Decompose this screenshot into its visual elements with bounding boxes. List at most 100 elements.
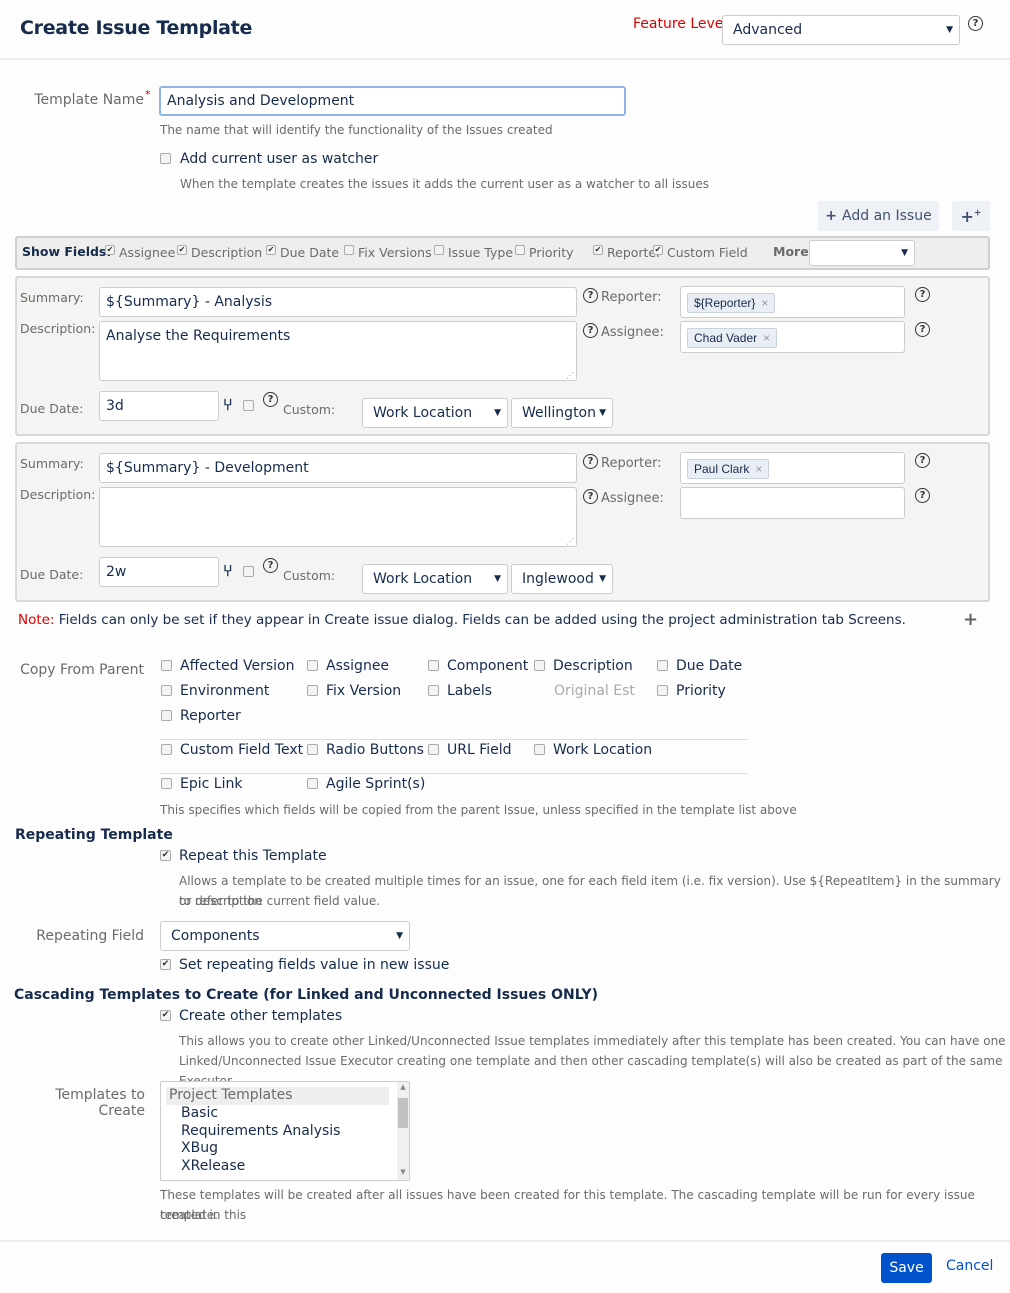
copy-field-checkbox[interactable] — [428, 660, 439, 671]
copy-field-label: Due Date — [676, 658, 743, 674]
help-icon[interactable]: ? — [583, 288, 598, 303]
show-field-checkbox[interactable] — [434, 245, 444, 255]
watcher-label: Add current user as watcher — [180, 151, 379, 167]
show-field-checkbox[interactable]: ✔ — [653, 245, 663, 255]
help-icon[interactable]: ? — [915, 488, 930, 503]
copy-field-checkbox[interactable] — [307, 744, 318, 755]
create-other-templates-checkbox[interactable]: ✔ — [160, 1010, 171, 1021]
copy-field-checkbox[interactable] — [657, 660, 668, 671]
note-prefix: Note: — [18, 612, 55, 628]
summary-input[interactable]: ${Summary} - Development — [99, 453, 577, 483]
copy-field-checkbox[interactable] — [161, 744, 172, 755]
assignee-tag-label: Chad Vader — [694, 331, 758, 345]
description-textarea[interactable]: ⋰ — [99, 487, 577, 547]
help-icon[interactable]: ? — [263, 392, 278, 407]
scroll-up-icon[interactable]: ▲ — [397, 1083, 409, 1091]
help-icon[interactable]: ? — [915, 322, 930, 337]
custom-value: Inglewood — [522, 571, 594, 587]
repeat-hint-2: to refer to the current field value. — [179, 894, 381, 908]
branch-icon[interactable]: ⑂ — [223, 395, 233, 414]
help-icon[interactable]: ? — [583, 323, 598, 338]
resize-handle-icon[interactable]: ⋰ — [566, 371, 574, 380]
custom-field-select[interactable]: Work Location ▼ — [362, 564, 508, 594]
feature-level-select[interactable]: Advanced ▼ — [722, 15, 960, 45]
description-label: Description: — [20, 487, 96, 502]
copy-field-checkbox[interactable] — [428, 744, 439, 755]
due-date-input[interactable]: 3d — [99, 391, 219, 421]
copy-field-checkbox[interactable] — [534, 660, 545, 671]
listbox-group-label: Project Templates — [166, 1087, 389, 1105]
resize-handle-icon[interactable]: ⋰ — [566, 537, 574, 546]
reporter-picker[interactable]: ${Reporter} × — [680, 286, 905, 318]
copy-field-checkbox[interactable] — [161, 710, 172, 721]
help-icon[interactable]: ? — [968, 16, 983, 31]
copy-field-label: Assignee — [326, 658, 390, 674]
more-select[interactable]: ▼ — [809, 240, 915, 266]
custom-value-select[interactable]: Wellington ▼ — [511, 398, 613, 428]
save-button[interactable]: Save — [881, 1253, 932, 1283]
description-textarea[interactable]: Analyse the Requirements ⋰ — [99, 321, 577, 381]
branch-icon[interactable]: ⑂ — [223, 561, 233, 580]
help-icon[interactable]: ? — [263, 558, 278, 573]
chevron-down-icon: ▼ — [599, 574, 606, 584]
show-field-checkbox[interactable]: ✔ — [593, 245, 603, 255]
repeating-field-value: Components — [171, 928, 260, 944]
copy-field-checkbox[interactable] — [307, 685, 318, 696]
show-field-checkbox[interactable]: ✔ — [177, 245, 187, 255]
help-icon[interactable]: ? — [915, 453, 930, 468]
custom-value: Wellington — [522, 405, 596, 421]
scrollbar[interactable]: ▲ ▼ — [397, 1082, 409, 1180]
copy-field-checkbox[interactable] — [428, 685, 439, 696]
remove-icon[interactable]: × — [755, 462, 762, 476]
cancel-link[interactable]: Cancel — [946, 1258, 993, 1274]
show-field-checkbox[interactable] — [515, 245, 525, 255]
template-option[interactable]: Requirements Analysis — [181, 1123, 340, 1139]
due-date-input[interactable]: 2w — [99, 557, 219, 587]
description-label: Description: — [20, 321, 96, 336]
add-issue-button[interactable]: + Add an Issue — [818, 201, 939, 231]
remove-icon[interactable]: × — [761, 296, 768, 310]
watcher-checkbox[interactable] — [160, 153, 171, 164]
copy-field-checkbox[interactable] — [657, 685, 668, 696]
help-icon[interactable]: ? — [915, 287, 930, 302]
repeat-template-checkbox[interactable]: ✔ — [160, 850, 171, 861]
show-field-checkbox[interactable]: ✔ — [105, 245, 115, 255]
repeating-field-select[interactable]: Components ▼ — [160, 921, 410, 951]
copy-field-label: Labels — [447, 683, 493, 699]
remove-icon[interactable]: × — [763, 331, 770, 345]
template-option[interactable]: XRelease — [181, 1158, 245, 1174]
custom-value-select[interactable]: Inglewood ▼ — [511, 564, 613, 594]
template-option[interactable]: XBug — [181, 1140, 218, 1156]
due-date-checkbox[interactable] — [243, 400, 254, 411]
template-name-input[interactable]: Analysis and Development — [159, 86, 626, 116]
summary-input[interactable]: ${Summary} - Analysis — [99, 287, 577, 317]
help-icon[interactable]: ? — [583, 454, 598, 469]
reporter-picker[interactable]: Paul Clark × — [680, 452, 905, 484]
assignee-picker[interactable]: Chad Vader × — [680, 321, 905, 353]
divider — [160, 739, 747, 740]
copy-field-checkbox[interactable] — [307, 778, 318, 789]
custom-field-select[interactable]: Work Location ▼ — [362, 398, 508, 428]
expand-plus-icon[interactable]: + — [963, 609, 978, 630]
copy-field-checkbox[interactable] — [161, 778, 172, 789]
chevron-down-icon: ▼ — [901, 248, 908, 258]
copy-field-checkbox[interactable] — [161, 660, 172, 671]
help-icon[interactable]: ? — [583, 489, 598, 504]
add-multiple-issues-button[interactable]: ++ — [952, 201, 990, 231]
copy-field-checkbox[interactable] — [161, 685, 172, 696]
templates-listbox[interactable]: Project Templates Basic Requirements Anal… — [160, 1081, 410, 1181]
scroll-down-icon[interactable]: ▼ — [397, 1168, 409, 1176]
note-body: Fields can only be set if they appear in… — [54, 612, 906, 628]
show-field-checkbox[interactable] — [344, 245, 354, 255]
copy-field-checkbox[interactable] — [534, 744, 545, 755]
chevron-down-icon: ▼ — [494, 574, 501, 584]
copy-field-checkbox[interactable] — [307, 660, 318, 671]
set-repeating-value-checkbox[interactable]: ✔ — [160, 959, 171, 970]
template-option[interactable]: Basic — [181, 1105, 218, 1121]
copy-field-label: Agile Sprint(s) — [326, 776, 426, 792]
repeat-template-label: Repeat this Template — [179, 848, 327, 864]
due-date-checkbox[interactable] — [243, 566, 254, 577]
show-field-checkbox[interactable]: ✔ — [266, 245, 276, 255]
assignee-picker[interactable] — [680, 487, 905, 519]
scrollbar-thumb[interactable] — [398, 1098, 408, 1128]
